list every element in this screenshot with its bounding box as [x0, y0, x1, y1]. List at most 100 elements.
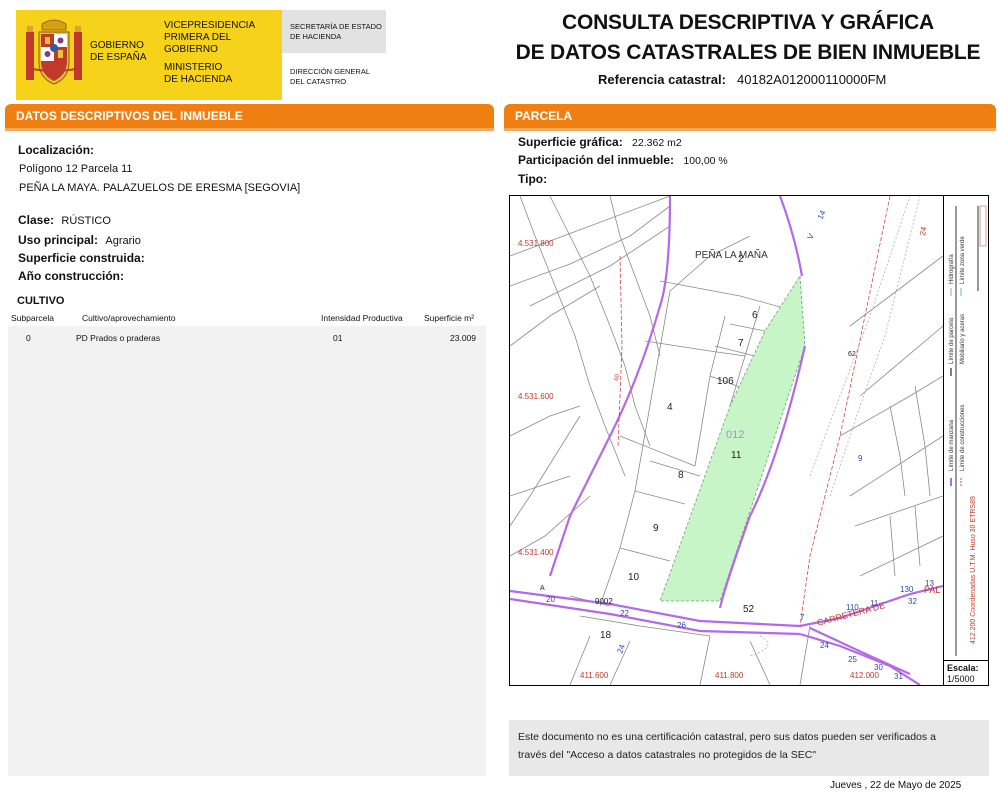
parcel-number: 11: [731, 450, 742, 461]
gov-line-1: GOBIERNO: [90, 40, 144, 51]
secretaria-line-1: SECRETARÍA DE ESTADO: [290, 22, 382, 31]
participacion-row: Participación del inmueble: 100,00 %: [518, 153, 728, 167]
table-row: 0 PD Prados o praderas 01 23.009: [8, 330, 486, 346]
road-number: 7: [800, 613, 805, 622]
polygon-number: 012: [726, 429, 744, 441]
road-number: 25: [848, 655, 857, 664]
ref-value: 40182A012000110000FM: [737, 72, 887, 87]
scale-value: 1/5000: [947, 674, 975, 684]
legend-item: Límite de parcela: [949, 317, 955, 364]
parcel-number: 7: [738, 338, 744, 349]
location-line-2: PEÑA LA MAYA. PALAZUELOS DE ERESMA [SEGO…: [19, 182, 301, 194]
legend-item: Límite de construcciones: [960, 405, 966, 471]
parcel-number: 106: [717, 376, 734, 387]
road-number: A: [540, 585, 545, 592]
road-number: 9002: [595, 597, 613, 606]
road-number: 24: [820, 641, 829, 650]
parcela-header: PARCELA: [504, 104, 996, 131]
descriptive-data-header: DATOS DESCRIPTIVOS DEL INMUEBLE: [5, 104, 494, 131]
coord-label: 4.531.600: [518, 392, 554, 401]
parcel-number: 10: [628, 572, 640, 583]
map-scale: Escala: 1/5000: [943, 660, 988, 685]
crs-text: 412.200 Coordenadas U.T.M. Huso 30 ETRS8…: [970, 496, 977, 644]
vice-line-2: PRIMERA DEL GOBIERNO: [164, 32, 231, 55]
cadastral-map[interactable]: 4.531.800 4.531.600 4.531.400 411.600 41…: [509, 195, 989, 686]
road-number: 13: [925, 579, 934, 588]
dgc-line-1: DIRECCIÓN GENERAL: [290, 67, 371, 76]
cell-subparcela: 0: [26, 333, 31, 343]
title-line-2: DE DATOS CATASTRALES DE BIEN INMUEBLE: [515, 41, 981, 64]
ministry-block: VICEPRESIDENCIA PRIMERA DEL GOBIERNO MIN…: [156, 10, 282, 100]
road-number: 22: [620, 609, 629, 618]
participacion-label: Participación del inmueble:: [518, 153, 675, 167]
road-number: 130: [900, 585, 914, 594]
coord-label: 4.531.800: [518, 239, 554, 248]
title-line-1: CONSULTA DESCRIPTIVA Y GRÁFICA: [561, 11, 935, 34]
ministry-line-2: DE HACIENDA: [164, 74, 233, 85]
road-number: 60: [614, 373, 621, 381]
uso-value: Agrario: [105, 235, 141, 247]
road-number: 24: [615, 643, 627, 655]
cultivo-title: CULTIVO: [17, 295, 65, 307]
scale-label: Escala:: [947, 663, 979, 673]
map-legend: Límite de manzana Límite de construccion…: [943, 196, 988, 660]
parcel-number: 52: [743, 604, 755, 615]
header-subparcela: Subparcela: [11, 313, 55, 323]
document-date: Jueves , 22 de Mayo de 2025: [830, 780, 962, 791]
cultivo-table: Subparcela Cultivo/aprovechamiento Inten…: [8, 310, 486, 776]
parcela-title: PARCELA: [515, 109, 573, 123]
parcel-number: 8: [678, 470, 684, 481]
road-number: 32: [908, 597, 917, 606]
map-drawing: 4.531.800 4.531.600 4.531.400 411.600 4 1…: [510, 196, 943, 685]
uso-row: Uso principal: Agrario: [18, 233, 141, 247]
road-number: 20: [546, 595, 555, 604]
coord-label: 4.531.400: [518, 548, 554, 557]
disclaimer-line-2: través del "Acceso a datos catastrales n…: [518, 749, 817, 761]
road-number: 26: [677, 621, 686, 630]
parcel-number: 2: [738, 254, 744, 265]
disclaimer-box: Este documento no es una certificación c…: [509, 720, 989, 776]
descriptive-data-title: DATOS DESCRIPTIVOS DEL INMUEBLE: [16, 109, 243, 123]
participacion-value: 100,00 %: [683, 155, 728, 167]
disclaimer-line-1: Este documento no es una certificación c…: [518, 731, 936, 743]
legend-item: Mobiliario y aceras: [960, 314, 966, 364]
ref-label: Referencia catastral:: [598, 72, 726, 87]
dgc-line-2: DEL CATASTRO: [290, 77, 347, 86]
document-title: CONSULTA DESCRIPTIVA Y GRÁFICA DE DATOS …: [500, 8, 996, 68]
clase-label: Clase:: [18, 213, 55, 227]
ministry-line-1: MINISTERIO: [164, 62, 223, 73]
secretaria-block: SECRETARÍA DE ESTADO DE HACIENDA: [282, 10, 386, 53]
superficie-grafica-value: 22.362 m2: [632, 137, 682, 149]
uso-label: Uso principal:: [18, 233, 99, 247]
road-number: 11: [870, 599, 879, 608]
cell-superficie: 23.009: [450, 333, 476, 343]
location-label: Localización:: [18, 143, 95, 157]
table-header: Subparcela Cultivo/aprovechamiento Inten…: [8, 310, 486, 326]
road-number: 31: [894, 672, 903, 681]
parcel-number: 9: [858, 454, 863, 463]
vice-line-1: VICEPRESIDENCIA: [164, 20, 256, 31]
cadastral-reference: Referencia catastral: 40182A012000110000…: [598, 72, 886, 87]
parcel-number: 6: [752, 310, 758, 321]
parcel-number: 4: [667, 402, 673, 413]
header-cultivo: Cultivo/aprovechamiento: [82, 313, 176, 323]
secretaria-line-2: DE HACIENDA: [290, 32, 342, 41]
road-number: V: [806, 232, 817, 241]
cell-intensidad: 01: [333, 333, 343, 343]
cell-cultivo: PD Prados o praderas: [76, 333, 161, 343]
clase-value: RÚSTICO: [61, 215, 111, 227]
road-number: 30: [874, 663, 883, 672]
clase-row: Clase: RÚSTICO: [18, 213, 111, 227]
road-number: 14: [816, 208, 828, 220]
coord-label: 411.600: [580, 671, 609, 680]
parcel-number: 62: [848, 351, 856, 358]
legend-item: Límite zona verde: [960, 236, 966, 284]
header-superficie: Superficie m²: [424, 313, 475, 323]
superficie-grafica-label: Superficie gráfica:: [518, 135, 623, 149]
coat-of-arms-icon: [26, 19, 82, 85]
legend-item: Límite de manzana: [949, 419, 955, 471]
road-number: 24: [918, 225, 929, 236]
parcel-number: 9: [653, 523, 659, 534]
parcel-number: 18: [600, 630, 612, 641]
superficie-grafica-row: Superficie gráfica: 22.362 m2: [518, 135, 682, 149]
